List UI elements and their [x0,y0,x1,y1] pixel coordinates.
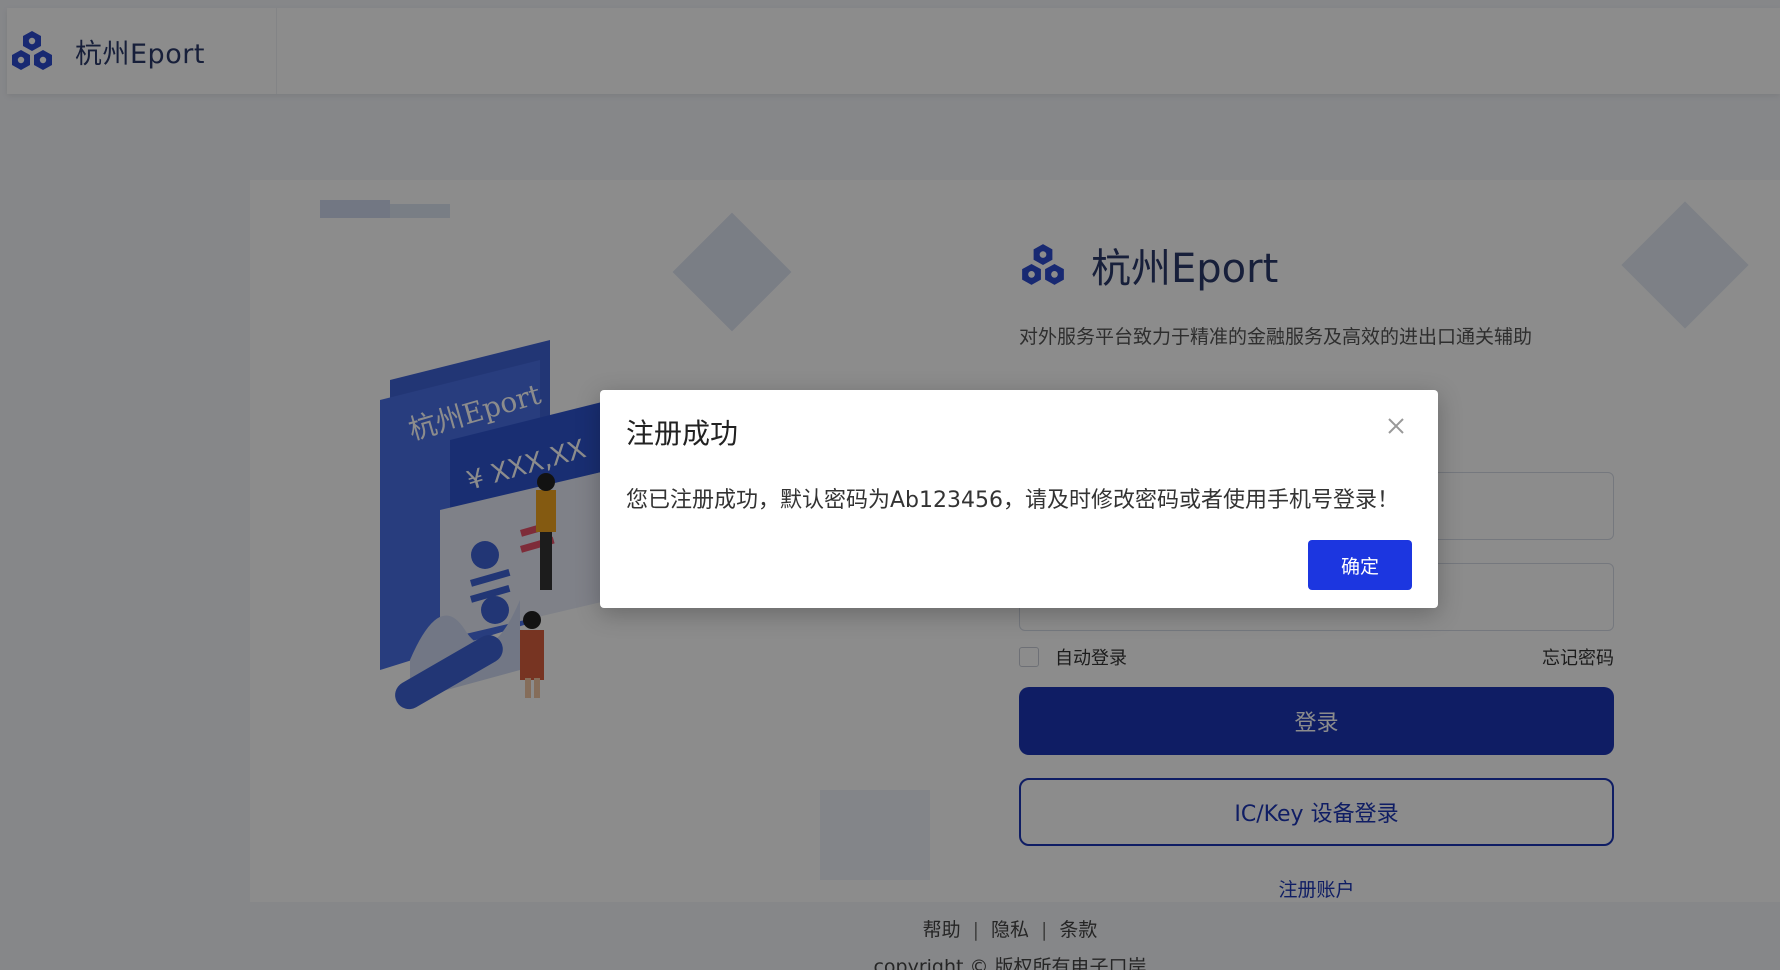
confirm-button[interactable]: 确定 [1308,540,1412,590]
register-success-dialog: 注册成功 您已注册成功，默认密码为Ab123456，请及时修改密码或者使用手机号… [600,390,1438,608]
dialog-title: 注册成功 [626,417,739,450]
dialog-message: 您已注册成功，默认密码为Ab123456，请及时修改密码或者使用手机号登录！ [626,488,1399,513]
close-icon[interactable] [1382,412,1410,440]
